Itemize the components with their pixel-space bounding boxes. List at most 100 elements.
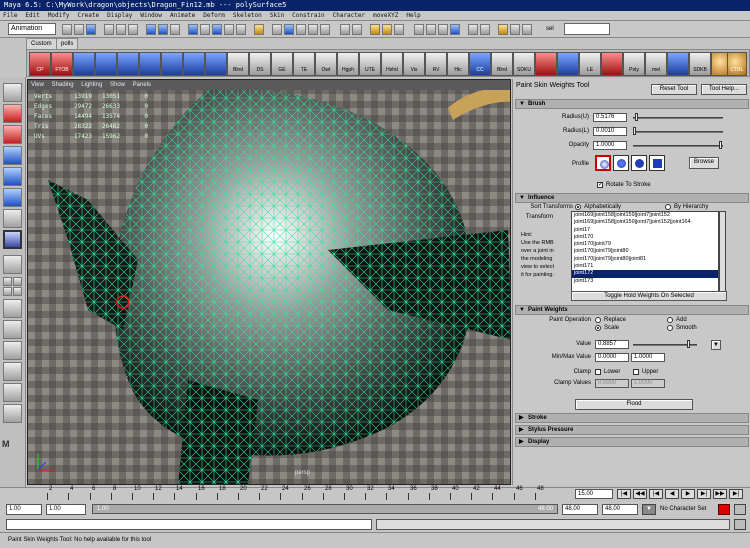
- save-scene-icon[interactable]: [86, 24, 96, 35]
- opacity-slider[interactable]: [633, 145, 723, 147]
- browse-button[interactable]: Browse: [689, 157, 719, 169]
- menu-modify[interactable]: Modify: [48, 12, 70, 19]
- clamp-max-field[interactable]: 1.0000: [631, 379, 665, 388]
- mask-misc-icon[interactable]: [236, 24, 246, 35]
- menu-deform[interactable]: Deform: [203, 12, 225, 19]
- joint-list[interactable]: joint169|joint158|joint159|joint7|joint1…: [571, 211, 719, 295]
- radius-l-slider[interactable]: [633, 131, 723, 133]
- go-to-start-icon[interactable]: |◀: [617, 489, 631, 499]
- show-attribute-editor-icon[interactable]: [438, 24, 448, 35]
- profile-soft-icon[interactable]: [613, 155, 629, 171]
- shelf-button-cp[interactable]: CP: [29, 52, 51, 76]
- new-scene-icon[interactable]: [62, 24, 72, 35]
- shelf-button-blnd[interactable]: Blnd: [227, 52, 249, 76]
- list-item[interactable]: joint170: [572, 234, 718, 241]
- select-tool-icon[interactable]: [3, 83, 22, 102]
- render-current-frame-icon[interactable]: [370, 24, 380, 35]
- value-field[interactable]: 0.8857: [595, 340, 629, 349]
- list-item[interactable]: joint169|joint158|joint159|joint7|joint1…: [572, 212, 718, 219]
- mask-surfaces-icon[interactable]: [188, 24, 198, 35]
- rotate-to-stroke-checkbox[interactable]: ✓: [597, 182, 603, 188]
- shelf-button-ds[interactable]: DS: [249, 52, 271, 76]
- mask-dynamics-icon[interactable]: [212, 24, 222, 35]
- opacity-slider-knob[interactable]: [719, 141, 722, 149]
- select-component-icon[interactable]: [128, 24, 138, 35]
- layout-graph-icon[interactable]: [3, 341, 22, 360]
- stylus-pressure-section-header[interactable]: ▶ Stylus Pressure: [515, 425, 749, 435]
- move-tool-icon[interactable]: [3, 125, 22, 144]
- shelf-button-ute[interactable]: UTE: [359, 52, 381, 76]
- menu-skeleton[interactable]: Skeleton: [233, 12, 262, 19]
- flood-button[interactable]: Flood: [575, 399, 693, 410]
- display-section-header[interactable]: ▶ Display: [515, 437, 749, 447]
- shelf-button-rv[interactable]: RV: [425, 52, 447, 76]
- menu-window[interactable]: Window: [140, 12, 162, 19]
- playblast-icon[interactable]: [522, 24, 532, 35]
- auto-key-icon[interactable]: [718, 504, 730, 515]
- mask-joints-icon[interactable]: [158, 24, 168, 35]
- shelf-button-script-4[interactable]: [667, 52, 689, 76]
- step-forward-frame-icon[interactable]: ▶|: [697, 489, 711, 499]
- select-hierarchy-icon[interactable]: [104, 24, 114, 35]
- layout-hypershade-icon[interactable]: [3, 362, 22, 381]
- shelf-button-poly-2[interactable]: [95, 52, 117, 76]
- play-backwards-icon[interactable]: ◀: [665, 489, 679, 499]
- range-slider[interactable]: 1.00 48.00: [92, 504, 558, 514]
- shelf-button-vis[interactable]: Vis: [403, 52, 425, 76]
- shelf-button-sdku[interactable]: SDKU: [513, 52, 535, 76]
- op-smooth-radio[interactable]: [667, 325, 673, 331]
- tool-help-button[interactable]: Tool Help...: [701, 84, 747, 95]
- profile-square-icon[interactable]: [649, 155, 665, 171]
- camera-icon[interactable]: [510, 24, 520, 35]
- select-object-icon[interactable]: [116, 24, 126, 35]
- shelf-button-hic[interactable]: Hic: [447, 52, 469, 76]
- layout-two-icon[interactable]: [3, 299, 22, 318]
- menu-help[interactable]: Help: [406, 12, 420, 19]
- list-item[interactable]: joint171: [572, 263, 718, 270]
- history-icon[interactable]: [340, 24, 350, 35]
- shelf-button-cc[interactable]: CC: [469, 52, 491, 76]
- list-item[interactable]: joint17: [572, 227, 718, 234]
- manipulator-tool-icon[interactable]: [3, 188, 22, 207]
- radius-l-slider-knob[interactable]: [633, 127, 636, 135]
- shelf-button-script-3[interactable]: [601, 52, 623, 76]
- open-scene-icon[interactable]: [74, 24, 84, 35]
- clamp-lower-checkbox[interactable]: [595, 369, 601, 375]
- radius-u-field[interactable]: 0.5176: [593, 113, 627, 122]
- viewport-menu-shading[interactable]: Shading: [52, 82, 74, 88]
- layout-four-a-icon[interactable]: [3, 277, 12, 286]
- influence-section-header[interactable]: ▼ Influence: [515, 193, 749, 203]
- list-item[interactable]: joint173: [572, 278, 718, 285]
- paint-weights-section-header[interactable]: ▼ Paint Weights: [515, 305, 749, 315]
- light-icon[interactable]: [498, 24, 508, 35]
- layout-four-c-icon[interactable]: [3, 287, 12, 296]
- clamp-upper-checkbox[interactable]: [633, 369, 639, 375]
- shelf-button-poly-tools[interactable]: Poly Tools: [623, 52, 645, 76]
- rotate-tool-icon[interactable]: [3, 146, 22, 165]
- menu-display[interactable]: Display: [107, 12, 132, 19]
- menu-create[interactable]: Create: [77, 12, 99, 19]
- sort-alphabetically-radio[interactable]: [575, 204, 581, 210]
- show-tool-settings-icon[interactable]: [450, 24, 460, 35]
- current-frame-field[interactable]: 15.00: [575, 489, 613, 499]
- shelf-button-hgph[interactable]: Hgph: [337, 52, 359, 76]
- snap-view-plane-icon[interactable]: [308, 24, 318, 35]
- lasso-tool-icon[interactable]: [3, 104, 22, 123]
- quick-select-field[interactable]: [564, 23, 610, 35]
- min-value-field[interactable]: 0.0000: [595, 353, 629, 362]
- shelf-button-poly-3[interactable]: [117, 52, 139, 76]
- op-scale-radio[interactable]: [595, 325, 601, 331]
- menu-character[interactable]: Character: [333, 12, 366, 19]
- menu-skin[interactable]: Skin: [270, 12, 284, 19]
- shelf-button-te[interactable]: TE: [293, 52, 315, 76]
- perspective-viewport[interactable]: View Shading Lighting Show Panels Verts 1…: [27, 79, 511, 485]
- shelf-button-mel[interactable]: mel: [645, 52, 667, 76]
- brush-section-header[interactable]: ▼ Brush: [515, 99, 749, 109]
- mask-handles-icon[interactable]: [146, 24, 156, 35]
- mel-command-input[interactable]: [6, 519, 372, 530]
- max-value-field[interactable]: 1.0000: [631, 353, 665, 362]
- list-item[interactable]: joint170|joint79|joint80|joint81: [572, 256, 718, 263]
- radius-u-slider-knob[interactable]: [635, 113, 638, 121]
- layout-outliner-icon[interactable]: [3, 320, 22, 339]
- stroke-section-header[interactable]: ▶ Stroke: [515, 413, 749, 423]
